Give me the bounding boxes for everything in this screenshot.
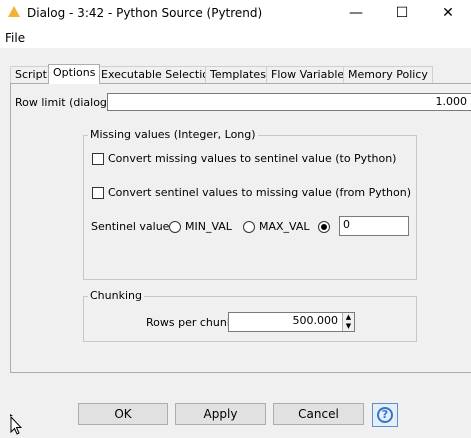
tab-executable-selection[interactable]: Executable Selection [96,66,221,83]
rows-per-chunk-label: Rows per chunk [146,316,234,329]
row-limit-label: Row limit (dialog) [15,96,112,109]
window-title: Dialog - 3:42 - Python Source (Pytrend) [27,6,263,20]
menu-bar: File [0,28,471,49]
mouse-cursor-icon [10,414,22,435]
tab-flow-variables[interactable]: Flow Variables [266,66,355,83]
minimize-button[interactable]: — [333,0,379,28]
missing-values-group: Missing values (Integer, Long) Convert m… [83,128,417,280]
menu-file[interactable]: File [5,31,25,45]
convert-sentinel-checkbox[interactable] [92,187,104,199]
custom-sentinel-radio[interactable] [318,221,330,233]
ok-button[interactable]: OK [78,403,168,425]
help-icon: ? [377,407,393,423]
max-val-label[interactable]: MAX_VAL [259,220,310,233]
tab-memory-policy[interactable]: Memory Policy [343,66,433,83]
convert-sentinel-label[interactable]: Convert sentinel values to missing value… [108,186,411,199]
rows-per-chunk-value: 500.000 [292,314,339,327]
convert-missing-label[interactable]: Convert missing values to sentinel value… [108,152,396,165]
rows-per-chunk-spinner[interactable]: ▲ ▼ [342,313,354,331]
options-panel: Row limit (dialog) 1.000 Missing values … [10,83,471,373]
cancel-button[interactable]: Cancel [273,403,364,425]
close-button[interactable]: ✕ [425,0,471,28]
help-button[interactable]: ? [372,403,398,427]
chunking-group-title: Chunking [88,289,144,302]
convert-missing-checkbox[interactable] [92,153,104,165]
tab-script[interactable]: Script [10,66,52,83]
maximize-button[interactable]: ☐ [379,0,425,28]
spinner-up-icon[interactable]: ▲ [343,313,354,322]
custom-sentinel-input[interactable]: 0 [339,216,409,236]
knime-logo-icon [8,6,20,17]
max-val-radio[interactable] [243,221,255,233]
min-val-label[interactable]: MIN_VAL [185,220,232,233]
apply-button[interactable]: Apply [175,403,266,425]
rows-per-chunk-input[interactable]: 500.000 ▲ ▼ [228,312,355,332]
chunking-group: Chunking Rows per chunk 500.000 ▲ ▼ [83,289,417,342]
min-val-radio[interactable] [169,221,181,233]
sentinel-value-label: Sentinel value [91,220,170,233]
tab-templates[interactable]: Templates [205,66,271,83]
title-bar: Dialog - 3:42 - Python Source (Pytrend) … [0,0,471,28]
row-limit-input[interactable]: 1.000 [107,93,471,111]
missing-values-group-title: Missing values (Integer, Long) [88,128,258,141]
spinner-down-icon[interactable]: ▼ [343,322,354,331]
tab-options[interactable]: Options [48,64,101,84]
